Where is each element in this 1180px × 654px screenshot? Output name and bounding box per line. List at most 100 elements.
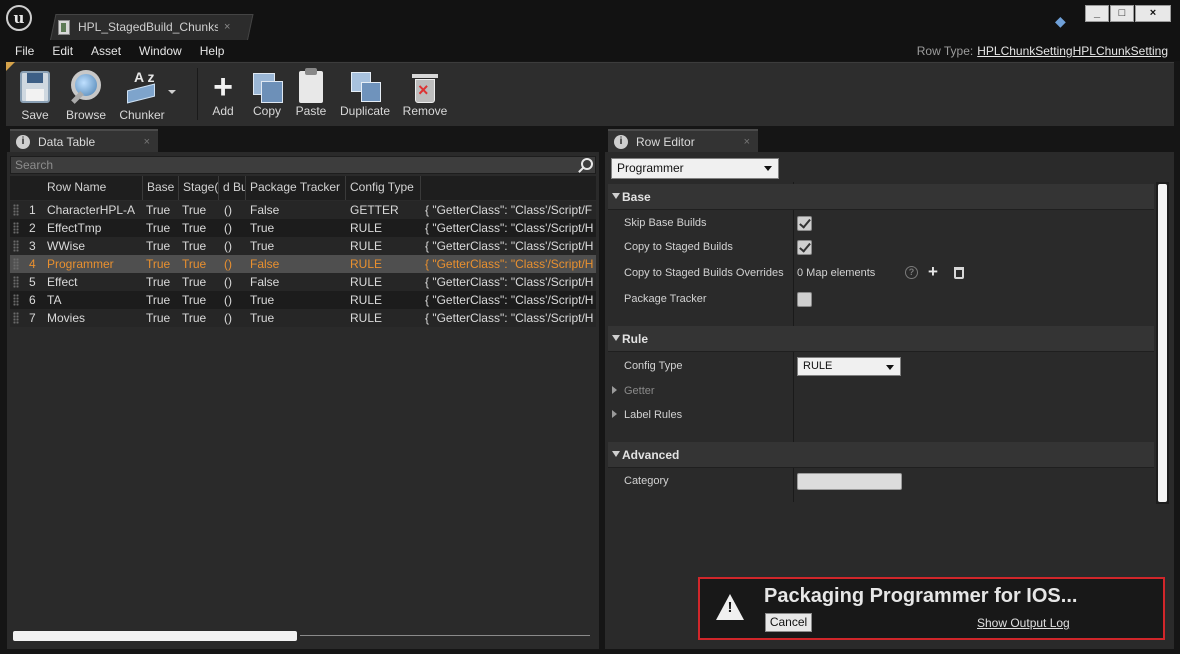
close-icon[interactable]: × [744, 136, 750, 148]
column-header-overrides[interactable]: d Bu [219, 176, 246, 200]
prop-label-rules[interactable]: Label Rules [608, 404, 1154, 428]
row-overrides: () [224, 311, 232, 325]
add-element-icon[interactable]: + [928, 262, 938, 282]
table-row[interactable]: 6 TA True True () True RULE { "GetterCla… [10, 291, 596, 309]
copy-button[interactable]: Copy [248, 63, 286, 125]
drag-grip-icon[interactable] [13, 294, 19, 306]
show-output-log-link[interactable]: Show Output Log [977, 616, 1070, 630]
row-tracker: True [250, 221, 275, 235]
table-row[interactable]: 1 CharacterHPL-A True True () False GETT… [10, 201, 596, 219]
category-base[interactable]: Base [608, 184, 1154, 210]
collapsed-triangle-icon[interactable] [612, 410, 617, 418]
menu-edit[interactable]: Edit [52, 44, 73, 58]
paste-button[interactable]: Paste [292, 63, 330, 125]
column-header-row-name[interactable]: Row Name [43, 176, 143, 200]
row-name: WWise [47, 239, 85, 253]
close-icon[interactable]: × [224, 21, 230, 33]
chunker-button[interactable]: A z Chunker [116, 63, 168, 125]
grid-header: Row Name Base E Stage( d Bu Package Trac… [10, 176, 596, 200]
cancel-button[interactable]: Cancel [765, 613, 812, 632]
table-row[interactable]: 5 Effect True True () False RULE { "Gett… [10, 273, 596, 291]
menu-help[interactable]: Help [200, 44, 225, 58]
search-input[interactable] [11, 157, 571, 173]
config-type-value: RULE [803, 360, 833, 372]
category-input[interactable] [797, 473, 902, 490]
row-base: True [146, 311, 171, 325]
menu-file[interactable]: File [15, 44, 34, 58]
save-button[interactable]: Save [14, 63, 56, 125]
skip-base-builds-checkbox[interactable] [797, 216, 812, 231]
prop-label: Config Type [624, 360, 683, 372]
row-name: Programmer [47, 257, 114, 271]
paste-label: Paste [295, 104, 327, 118]
drag-grip-icon[interactable] [13, 222, 19, 234]
tab-row-editor[interactable]: i Row Editor × [608, 129, 758, 152]
row-base: True [146, 293, 171, 307]
column-header-config-type[interactable]: Config Type [346, 176, 421, 200]
row-overrides: () [224, 203, 232, 217]
row-selector-value: Programmer [617, 161, 684, 175]
prop-label: Copy to Staged Builds [624, 241, 733, 253]
add-button[interactable]: + Add [204, 63, 242, 125]
row-staged: True [182, 239, 207, 253]
table-row[interactable]: 7 Movies True True () True RULE { "Gette… [10, 309, 596, 327]
row-type-link[interactable]: HPLChunkSettingHPLChunkSetting [977, 44, 1168, 58]
tab-data-table[interactable]: i Data Table × [10, 129, 158, 152]
trash-icon[interactable] [954, 267, 964, 279]
close-window-button[interactable]: × [1135, 5, 1171, 22]
horizontal-scrollbar-thumb[interactable] [13, 631, 297, 641]
column-header-base[interactable]: Base E [143, 176, 179, 200]
table-row[interactable]: 3 WWise True True () True RULE { "Getter… [10, 237, 596, 255]
column-header-package-tracker[interactable]: Package Tracker [246, 176, 346, 200]
column-header-staged[interactable]: Stage( [179, 176, 219, 200]
row-selector-dropdown[interactable]: Programmer [611, 158, 779, 179]
row-index: 1 [29, 203, 36, 217]
row-extra: { "GetterClass": "Class'/Script/H [425, 275, 594, 289]
duplicate-icon [346, 68, 384, 106]
search-box [10, 156, 596, 174]
drag-grip-icon[interactable] [13, 240, 19, 252]
duplicate-button[interactable]: Duplicate [338, 63, 392, 125]
category-advanced[interactable]: Advanced [608, 442, 1154, 468]
copy-label: Copy [252, 104, 281, 118]
close-icon[interactable]: × [144, 136, 150, 148]
row-overrides: () [224, 257, 232, 271]
toolbar [6, 62, 1174, 126]
category-rule-label: Rule [622, 332, 649, 346]
row-overrides: () [224, 221, 232, 235]
drag-grip-icon[interactable] [13, 276, 19, 288]
drag-grip-icon[interactable] [13, 204, 19, 216]
category-rule[interactable]: Rule [608, 326, 1154, 352]
prop-getter[interactable]: Getter [608, 380, 1154, 404]
maximize-button[interactable]: □ [1110, 5, 1134, 22]
collapsed-triangle-icon[interactable] [612, 386, 617, 394]
drag-grip-icon[interactable] [13, 258, 19, 270]
remove-button[interactable]: × Remove [402, 63, 448, 125]
row-base: True [146, 221, 171, 235]
document-tab[interactable]: HPL_StagedBuild_Chunks × [58, 14, 244, 40]
row-index: 3 [29, 239, 36, 253]
prop-label: Category [624, 475, 669, 487]
vertical-scrollbar-thumb[interactable] [1158, 184, 1167, 502]
graduation-cap-icon[interactable]: ◆ [1055, 14, 1073, 28]
package-tracker-checkbox[interactable] [797, 292, 812, 307]
row-config: RULE [350, 293, 383, 307]
copy-to-staged-checkbox[interactable] [797, 240, 812, 255]
drag-grip-icon[interactable] [13, 312, 19, 324]
table-row[interactable]: 2 EffectTmp True True () True RULE { "Ge… [10, 219, 596, 237]
row-type-display: Row Type: HPLChunkSettingHPLChunkSetting [917, 44, 1168, 58]
help-icon[interactable]: ? [905, 266, 918, 279]
minimize-button[interactable]: _ [1085, 5, 1109, 22]
category-advanced-label: Advanced [622, 448, 680, 462]
row-extra: { "GetterClass": "Class'/Script/H [425, 257, 594, 271]
prop-copy-to-staged: Copy to Staged Builds [608, 236, 1154, 260]
browse-button[interactable]: Browse [62, 63, 110, 125]
table-row-selected[interactable]: 4 Programmer True True () False RULE { "… [10, 255, 596, 273]
chevron-down-icon[interactable] [168, 90, 176, 94]
row-staged: True [182, 311, 207, 325]
menu-asset[interactable]: Asset [91, 44, 121, 58]
menu-window[interactable]: Window [139, 44, 182, 58]
search-icon[interactable] [581, 158, 593, 170]
remove-label: Remove [402, 104, 448, 118]
config-type-dropdown[interactable]: RULE [797, 357, 901, 376]
